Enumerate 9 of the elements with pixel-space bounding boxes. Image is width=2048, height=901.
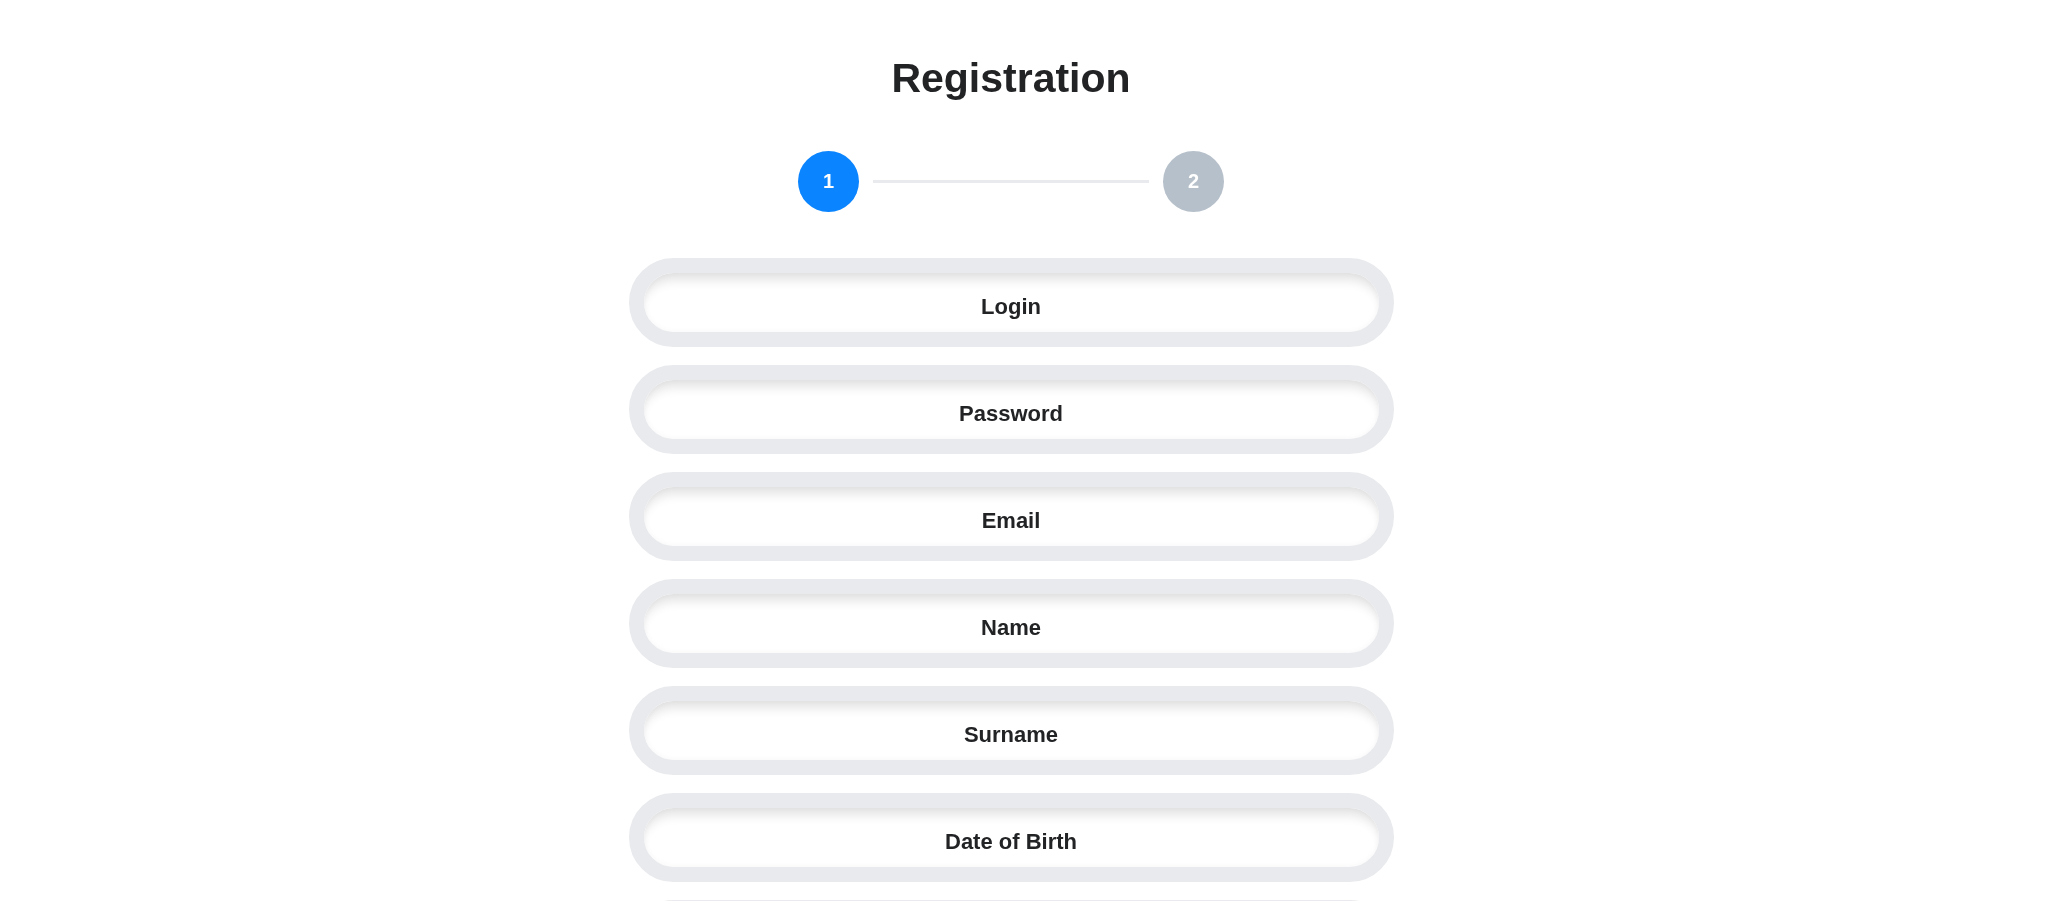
input-field[interactable]: Surname	[628, 686, 1394, 775]
input-field[interactable]: Name	[628, 579, 1394, 668]
input-field[interactable]: Email	[628, 472, 1394, 561]
step-number: 2	[1163, 151, 1224, 212]
input-field[interactable]: Password	[628, 365, 1394, 454]
page-title: Registration	[891, 54, 1131, 103]
step-number: 1	[798, 151, 859, 212]
input-field[interactable]: Login	[628, 258, 1394, 347]
input-field[interactable]: Date of Birth	[628, 793, 1394, 882]
